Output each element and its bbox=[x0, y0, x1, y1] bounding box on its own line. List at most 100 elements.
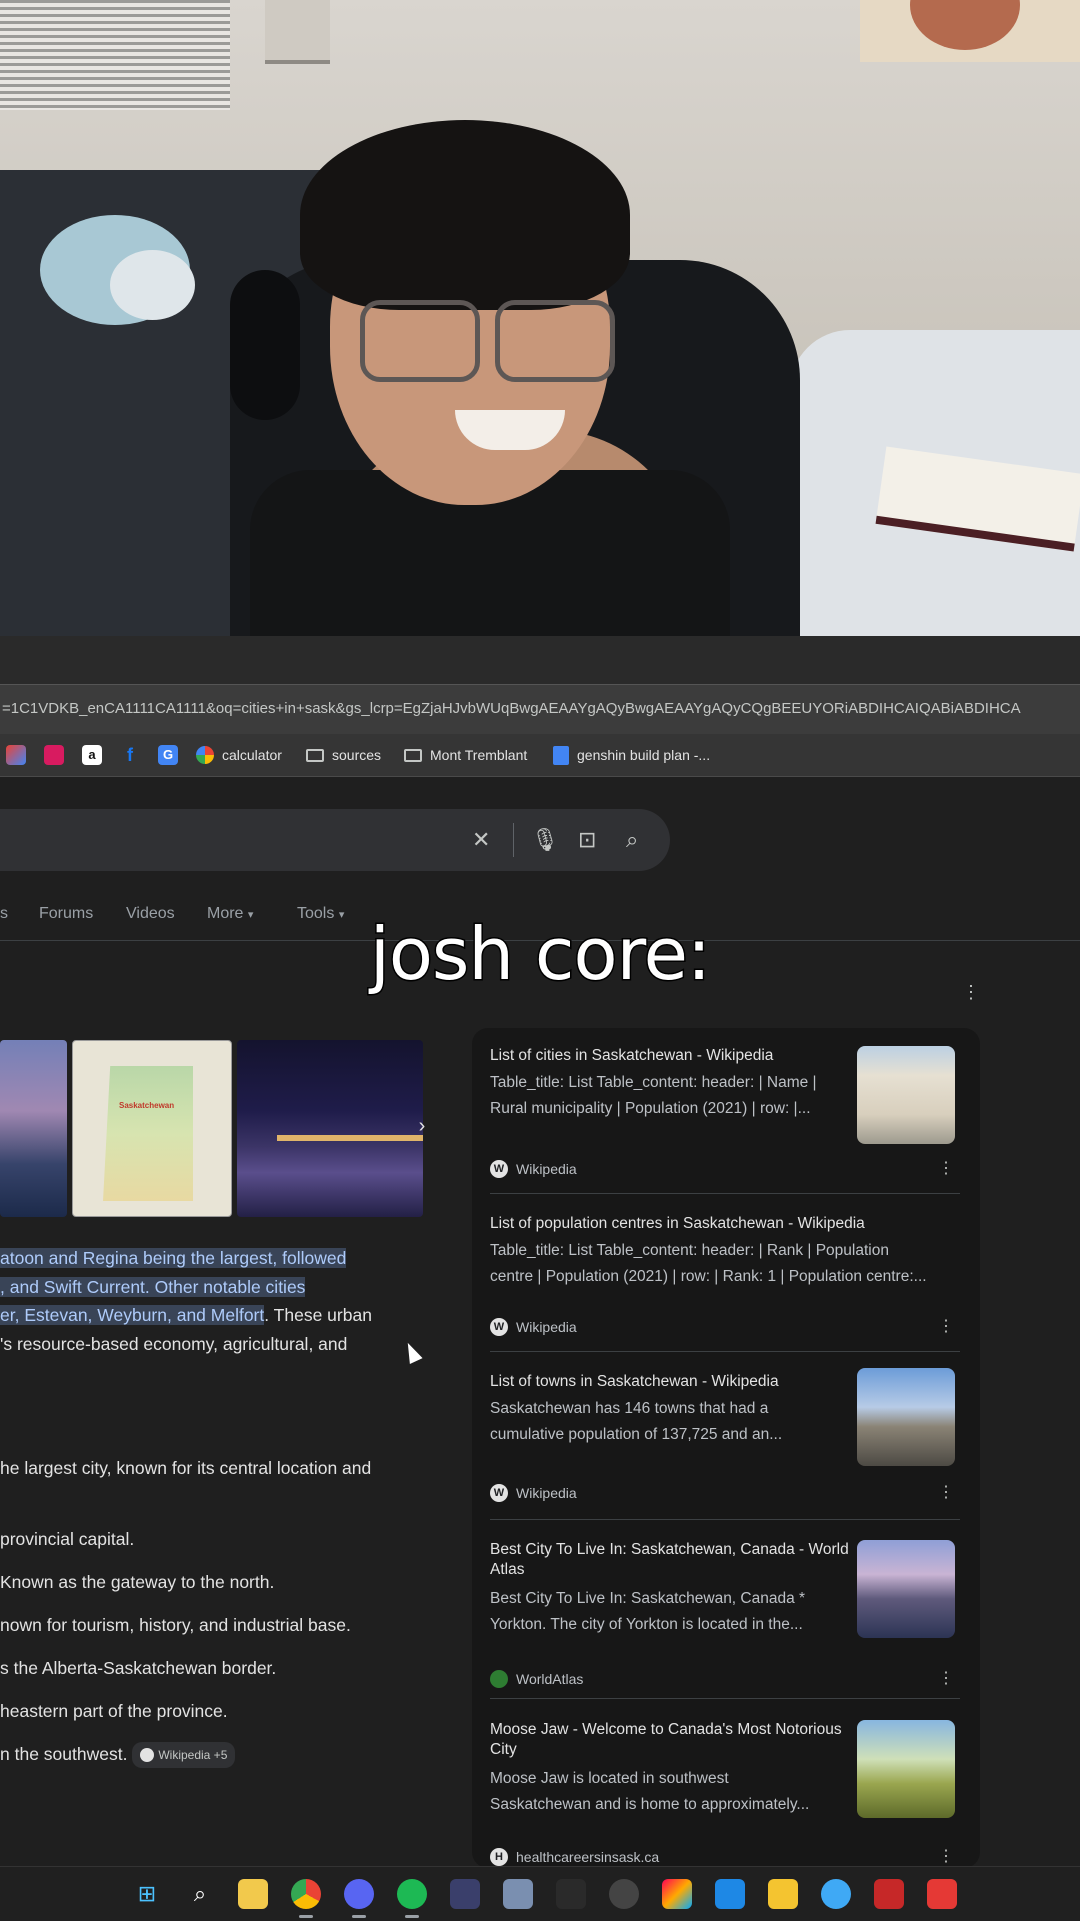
mic-icon[interactable]: 🎙 bbox=[531, 827, 559, 853]
app-icon[interactable] bbox=[503, 1879, 533, 1909]
source-name: WorldAtlas bbox=[516, 1671, 584, 1687]
result-snippet: Moose Jaw is located in southwest bbox=[490, 1770, 729, 1787]
city-skyline-image[interactable] bbox=[0, 1040, 67, 1217]
app-icon[interactable] bbox=[874, 1879, 904, 1909]
wall-shelf bbox=[265, 0, 330, 64]
person-hair bbox=[300, 120, 630, 310]
bookmark-calculator[interactable]: calculator bbox=[196, 744, 282, 766]
windows-start-icon[interactable]: ⊞ bbox=[132, 1879, 162, 1909]
ai-overview-line: , and Swift Current. Other notable citie… bbox=[0, 1275, 306, 1299]
discord-icon[interactable] bbox=[344, 1879, 374, 1918]
source-name: Wikipedia bbox=[516, 1485, 577, 1501]
result-snippet: Table_title: List Table_content: header:… bbox=[490, 1242, 889, 1259]
ai-overview-line: atoon and Regina being the largest, foll… bbox=[0, 1246, 347, 1270]
lens-icon[interactable]: ⊡ bbox=[578, 827, 596, 853]
glasses-lens bbox=[495, 300, 615, 382]
spotify-icon[interactable] bbox=[397, 1879, 427, 1918]
address-bar[interactable]: =1C1VDKB_enCA1111CA1111&oq=cities+in+sas… bbox=[0, 684, 1080, 735]
result-snippet: Best City To Live In: Saskatchewan, Cana… bbox=[490, 1590, 806, 1607]
bookmark-folder-sources[interactable]: sources bbox=[306, 744, 381, 766]
bookmark-folder-mont-tremblant[interactable]: Mont Tremblant bbox=[404, 744, 527, 766]
search-icon[interactable]: ⌕ bbox=[185, 1879, 215, 1909]
prairie-image[interactable] bbox=[857, 1720, 955, 1818]
street-image[interactable] bbox=[857, 1368, 955, 1466]
bookmarks-bar: a f G calculator sources Mont Tremblant … bbox=[0, 734, 1080, 777]
globe-icon bbox=[490, 1670, 508, 1688]
divider bbox=[513, 823, 514, 857]
video-caption: josh core: bbox=[368, 911, 712, 998]
result-title[interactable]: List of population centres in Saskatchew… bbox=[490, 1214, 960, 1234]
source-name: healthcareersinsask.ca bbox=[516, 1849, 660, 1865]
results-panel: List of cities in Saskatchewan - Wikiped… bbox=[472, 1028, 980, 1868]
translate-icon[interactable]: G bbox=[158, 745, 178, 765]
file-explorer-icon[interactable] bbox=[238, 1879, 268, 1909]
chevron-right-icon[interactable]: › bbox=[410, 1115, 434, 1139]
ai-overview-bullet: heastern part of the province. bbox=[0, 1701, 228, 1721]
url-text[interactable]: =1C1VDKB_enCA1111CA1111&oq=cities+in+sas… bbox=[2, 700, 1080, 717]
bookmark-label: sources bbox=[332, 747, 382, 763]
result-snippet: Saskatchewan and is home to approximatel… bbox=[490, 1796, 810, 1813]
window-blinds bbox=[0, 0, 230, 110]
result-source[interactable]: Hhealthcareersinsask.ca bbox=[490, 1848, 659, 1866]
search-icon[interactable]: ⌕ bbox=[626, 827, 638, 853]
search-input[interactable]: ✕ 🎙 ⊡ ⌕ bbox=[0, 809, 670, 871]
wikipedia-icon: W bbox=[490, 1484, 508, 1502]
ai-overview-bullet: Known as the gateway to the north. bbox=[0, 1572, 275, 1592]
ai-overview-line: 's resource-based economy, agricultural,… bbox=[0, 1332, 347, 1356]
app-icon[interactable] bbox=[44, 745, 64, 765]
result-title[interactable]: List of towns in Saskatchewan - Wikipedi… bbox=[490, 1372, 855, 1392]
bridge-lights bbox=[277, 1135, 423, 1141]
skyline-image[interactable] bbox=[857, 1540, 955, 1638]
source-chip[interactable]: Wikipedia +5 bbox=[132, 1742, 236, 1769]
bullet-text: n the southwest. bbox=[0, 1744, 128, 1764]
bridge-night-image[interactable] bbox=[237, 1040, 423, 1217]
clear-icon[interactable]: ✕ bbox=[472, 827, 490, 853]
saskatchewan-map-image[interactable]: Saskatchewan bbox=[72, 1040, 232, 1217]
divider bbox=[490, 1351, 960, 1352]
result-snippet: Yorkton. The city of Yorkton is located … bbox=[490, 1616, 803, 1633]
more-options-icon[interactable]: ⋮ bbox=[938, 1668, 954, 1688]
highlighted-text: , and Swift Current. Other notable citie… bbox=[0, 1277, 306, 1297]
more-options-icon[interactable]: ⋮ bbox=[938, 1316, 954, 1336]
extension-icon[interactable] bbox=[6, 745, 26, 765]
ai-overview-bullet: n the southwest. Wikipedia +5 bbox=[0, 1742, 236, 1769]
result-snippet: Saskatchewan has 146 towns that had a bbox=[490, 1400, 769, 1417]
app-icon[interactable] bbox=[450, 1879, 480, 1909]
google-icon bbox=[196, 746, 214, 764]
divider bbox=[490, 1193, 960, 1194]
app-icon[interactable] bbox=[768, 1879, 798, 1909]
glasses-lens bbox=[360, 300, 480, 382]
app-icon[interactable] bbox=[715, 1879, 745, 1909]
plush-toy bbox=[110, 250, 195, 320]
browser-tabstrip bbox=[0, 636, 1080, 684]
ai-overview-bullet: nown for tourism, history, and industria… bbox=[0, 1615, 351, 1635]
more-options-icon[interactable]: ⋮ bbox=[962, 982, 980, 1003]
result-title[interactable]: List of cities in Saskatchewan - Wikiped… bbox=[490, 1046, 855, 1066]
app-icon[interactable] bbox=[556, 1879, 586, 1909]
building-image[interactable] bbox=[857, 1046, 955, 1144]
docs-icon bbox=[553, 745, 569, 765]
result-snippet: cumulative population of 137,725 and an.… bbox=[490, 1426, 783, 1443]
text: . These urban bbox=[264, 1305, 372, 1325]
more-options-icon[interactable]: ⋮ bbox=[938, 1158, 954, 1178]
app-icon[interactable] bbox=[927, 1879, 957, 1909]
more-options-icon[interactable]: ⋮ bbox=[938, 1482, 954, 1502]
app-icon[interactable] bbox=[609, 1879, 639, 1909]
map-shape bbox=[103, 1066, 193, 1201]
amazon-icon[interactable]: a bbox=[82, 745, 102, 765]
chrome-icon[interactable] bbox=[291, 1879, 321, 1918]
result-title[interactable]: Moose Jaw - Welcome to Canada's Most Not… bbox=[490, 1720, 855, 1760]
text: 's resource-based economy, agricultural,… bbox=[0, 1334, 348, 1354]
bookmark-genshin-build-plan[interactable]: genshin build plan -... bbox=[553, 744, 710, 766]
more-options-icon[interactable]: ⋮ bbox=[938, 1846, 954, 1866]
windows-taskbar: ⊞ ⌕ bbox=[0, 1866, 1080, 1921]
app-icon[interactable] bbox=[662, 1879, 692, 1909]
result-source[interactable]: W Wikipedia bbox=[490, 1160, 577, 1178]
result-source[interactable]: W Wikipedia bbox=[490, 1484, 577, 1502]
ai-overview-bullet: provincial capital. bbox=[0, 1529, 135, 1549]
facebook-icon[interactable]: f bbox=[120, 745, 140, 765]
result-source[interactable]: WorldAtlas bbox=[490, 1670, 583, 1688]
result-title[interactable]: Best City To Live In: Saskatchewan, Cana… bbox=[490, 1540, 855, 1580]
app-icon[interactable] bbox=[821, 1879, 851, 1909]
result-source[interactable]: W Wikipedia bbox=[490, 1318, 577, 1336]
